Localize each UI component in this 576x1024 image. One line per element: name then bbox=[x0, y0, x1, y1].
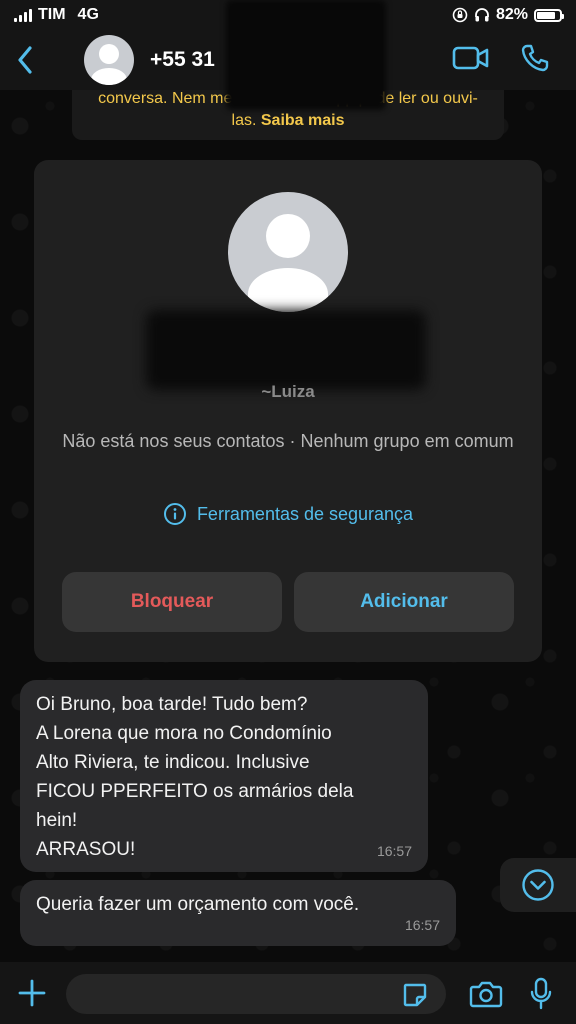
battery-percent: 82% bbox=[495, 6, 528, 23]
attach-button[interactable] bbox=[0, 962, 64, 1024]
plus-icon bbox=[18, 979, 46, 1007]
video-call-button[interactable] bbox=[452, 45, 490, 76]
message-line: hein! bbox=[36, 810, 78, 831]
camera-button[interactable] bbox=[468, 978, 504, 1010]
microphone-icon bbox=[530, 977, 552, 1010]
contact-avatar[interactable] bbox=[84, 35, 134, 85]
voice-call-button[interactable] bbox=[520, 43, 550, 78]
message-line: Alto Riviera, te indicou. Inclusive bbox=[36, 752, 310, 773]
battery-icon bbox=[534, 8, 564, 22]
orientation-lock-icon bbox=[452, 7, 468, 23]
block-button[interactable]: Bloquear bbox=[62, 572, 282, 632]
message-time: 16:57 bbox=[404, 917, 440, 933]
message-text: Queria fazer um orçamento com você. bbox=[36, 894, 360, 915]
phone-icon bbox=[521, 44, 549, 71]
headphones-icon bbox=[475, 8, 489, 22]
message-line: ARRASOU! bbox=[36, 839, 136, 860]
chevron-down-circle-icon bbox=[522, 869, 554, 901]
message-time: 16:57 bbox=[376, 843, 412, 859]
camera-icon bbox=[469, 981, 503, 1008]
scroll-to-bottom-button[interactable] bbox=[500, 858, 576, 912]
signal-strength-icon bbox=[14, 8, 32, 22]
chevron-left-icon bbox=[18, 46, 32, 74]
chat-header: +55 31 bbox=[0, 0, 576, 110]
info-circle-icon bbox=[163, 503, 186, 525]
message-line: FICOU PPERFEITO os armários dela bbox=[36, 781, 354, 802]
video-camera-icon bbox=[452, 46, 489, 69]
contact-push-name: ~Luiza bbox=[261, 382, 315, 401]
contact-number: +55 31 bbox=[150, 48, 215, 71]
carrier-label: TIM bbox=[38, 6, 66, 23]
contact-title[interactable]: +55 31 bbox=[150, 48, 215, 72]
unknown-contact-card: ~Luiza Não está nos seus contatos · Nenh… bbox=[34, 160, 542, 662]
message-line: A Lorena que mora no Condomínio bbox=[36, 723, 332, 744]
not-in-contacts-text: Não está nos seus contatos · Nenhum grup… bbox=[62, 431, 514, 451]
message-composer bbox=[0, 962, 576, 1024]
message-input[interactable] bbox=[66, 974, 446, 1014]
redacted-block bbox=[226, 0, 386, 110]
sticker-icon bbox=[403, 983, 427, 1007]
back-button[interactable] bbox=[0, 30, 50, 90]
add-contact-button[interactable]: Adicionar bbox=[294, 572, 514, 632]
message-line: Oi Bruno, boa tarde! Tudo bem? bbox=[36, 694, 308, 715]
network-label: 4G bbox=[77, 6, 99, 23]
voice-message-button[interactable] bbox=[526, 976, 556, 1012]
message-bubble[interactable]: Queria fazer um orçamento com você. 16:5… bbox=[20, 880, 456, 946]
security-tools-link[interactable]: Ferramentas de segurança bbox=[34, 502, 542, 526]
sticker-button[interactable] bbox=[400, 980, 430, 1010]
security-tools-label: Ferramentas de segurança bbox=[196, 503, 414, 524]
redacted-phone-number bbox=[146, 310, 426, 390]
contact-profile-avatar[interactable] bbox=[228, 192, 348, 312]
battery-level-fill bbox=[537, 11, 556, 19]
learn-more-link[interactable]: Saiba mais bbox=[261, 112, 345, 129]
message-bubble[interactable]: Oi Bruno, boa tarde! Tudo bem? A Lorena … bbox=[20, 680, 428, 872]
